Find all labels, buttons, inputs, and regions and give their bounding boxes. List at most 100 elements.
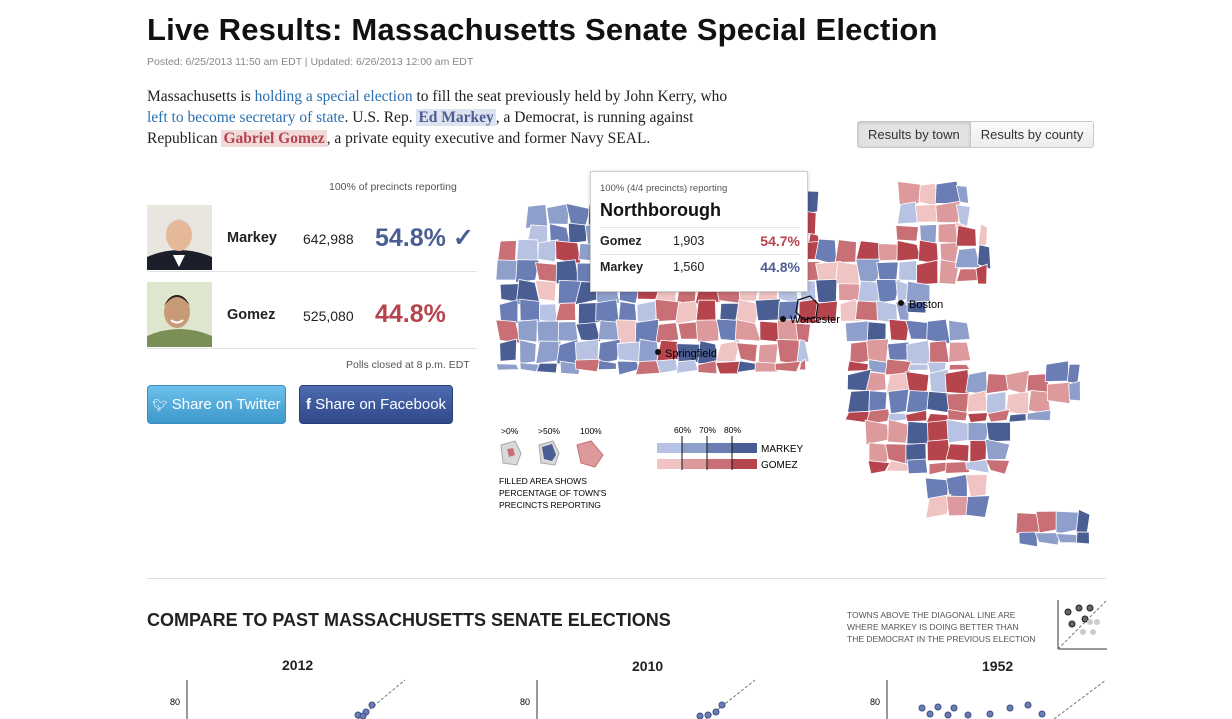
town-shape[interactable] — [966, 390, 989, 413]
town-shape[interactable] — [535, 362, 558, 374]
town-shape[interactable] — [846, 389, 871, 415]
town-shape[interactable] — [887, 388, 910, 415]
town-shape[interactable] — [929, 340, 950, 366]
town-shape[interactable] — [916, 259, 939, 286]
town-shape[interactable] — [946, 418, 970, 444]
town-shape[interactable] — [1068, 380, 1081, 402]
town-shape[interactable] — [857, 280, 880, 305]
town-shape[interactable] — [557, 321, 579, 342]
share-twitter-button[interactable]: 🐦︎ Share on Twitter — [147, 385, 286, 424]
town-shape[interactable] — [1066, 363, 1081, 385]
town-shape[interactable] — [969, 440, 987, 464]
special-election-link[interactable]: holding a special election — [255, 88, 413, 105]
town-shape[interactable] — [945, 443, 970, 462]
town-shape[interactable] — [948, 341, 972, 363]
town-shape[interactable] — [695, 299, 717, 322]
town-shape[interactable] — [519, 298, 541, 323]
town-shape[interactable] — [757, 343, 779, 365]
secretary-of-state-link[interactable]: left to become secretary of state — [147, 109, 345, 126]
town-shape[interactable] — [495, 259, 518, 281]
town-shape[interactable] — [1008, 413, 1027, 423]
town-shape[interactable] — [539, 303, 558, 324]
town-shape[interactable] — [498, 299, 519, 325]
town-shape[interactable] — [734, 319, 762, 342]
town-shape[interactable] — [525, 204, 549, 229]
town-shape[interactable] — [519, 339, 537, 365]
town-shape[interactable] — [896, 201, 919, 225]
town-shape[interactable] — [575, 322, 602, 343]
town-shape[interactable] — [1044, 360, 1070, 383]
town-shape[interactable] — [955, 268, 979, 282]
town-shape[interactable] — [635, 360, 661, 376]
town-shape[interactable] — [774, 360, 802, 373]
town-shape[interactable] — [1046, 381, 1071, 405]
town-shape[interactable] — [537, 239, 559, 263]
town-shape[interactable] — [895, 224, 919, 242]
town-shape[interactable] — [928, 461, 948, 476]
town-shape[interactable] — [834, 239, 857, 263]
town-shape[interactable] — [868, 359, 889, 374]
town-shape[interactable] — [1018, 531, 1038, 548]
town-shape[interactable] — [546, 202, 570, 225]
town-shape[interactable] — [948, 363, 971, 371]
town-shape[interactable] — [754, 298, 781, 322]
town-shape[interactable] — [906, 339, 932, 365]
town-shape[interactable] — [965, 474, 988, 498]
town-shape[interactable] — [905, 390, 930, 414]
town-shape[interactable] — [1076, 531, 1090, 545]
town-shape[interactable] — [855, 240, 881, 262]
town-shape[interactable] — [864, 419, 890, 446]
town-shape[interactable] — [849, 340, 870, 365]
town-shape[interactable] — [926, 318, 951, 345]
town-shape[interactable] — [516, 238, 539, 263]
town-shape[interactable] — [1026, 409, 1052, 422]
town-shape[interactable] — [934, 180, 962, 205]
town-shape[interactable] — [776, 338, 800, 366]
town-shape[interactable] — [948, 319, 971, 342]
town-shape[interactable] — [897, 180, 922, 207]
town-shape[interactable] — [565, 202, 592, 227]
town-shape[interactable] — [616, 341, 641, 363]
town-shape[interactable] — [555, 302, 577, 322]
town-shape[interactable] — [815, 278, 838, 305]
town-shape[interactable] — [1055, 510, 1080, 535]
town-shape[interactable] — [715, 360, 741, 375]
town-shape[interactable] — [735, 342, 758, 363]
town-shape[interactable] — [905, 319, 928, 340]
town-shape[interactable] — [499, 338, 518, 362]
town-shape[interactable] — [898, 260, 918, 281]
town-shape[interactable] — [597, 360, 617, 371]
town-shape[interactable] — [517, 319, 538, 343]
town-shape[interactable] — [905, 371, 930, 394]
town-shape[interactable] — [967, 412, 989, 423]
town-shape[interactable] — [597, 338, 621, 365]
town-shape[interactable] — [676, 359, 699, 374]
town-shape[interactable] — [887, 341, 910, 361]
town-shape[interactable] — [715, 340, 741, 363]
town-shape[interactable] — [984, 438, 1011, 461]
town-shape[interactable] — [985, 421, 1011, 443]
town-shape[interactable] — [955, 224, 977, 247]
town-shape[interactable] — [907, 363, 929, 371]
town-shape[interactable] — [884, 443, 907, 465]
town-shape[interactable] — [846, 360, 869, 372]
results-by-county-button[interactable]: Results by county — [970, 122, 1094, 147]
town-shape[interactable] — [597, 320, 620, 341]
town-shape[interactable] — [834, 260, 860, 286]
town-shape[interactable] — [838, 283, 862, 301]
town-shape[interactable] — [867, 460, 891, 475]
town-shape[interactable] — [954, 247, 981, 269]
town-shape[interactable] — [887, 419, 910, 444]
town-shape[interactable] — [567, 222, 588, 244]
town-shape[interactable] — [535, 340, 561, 365]
town-shape[interactable] — [906, 458, 929, 475]
share-facebook-button[interactable]: f Share on Facebook — [299, 385, 453, 424]
town-shape[interactable] — [876, 261, 899, 283]
town-shape[interactable] — [677, 321, 698, 340]
town-shape[interactable] — [655, 358, 679, 374]
town-shape[interactable] — [495, 363, 520, 371]
town-shape[interactable] — [1075, 508, 1091, 534]
results-by-town-button[interactable]: Results by town — [858, 122, 971, 147]
town-shape[interactable] — [655, 322, 680, 344]
town-shape[interactable] — [965, 495, 991, 518]
